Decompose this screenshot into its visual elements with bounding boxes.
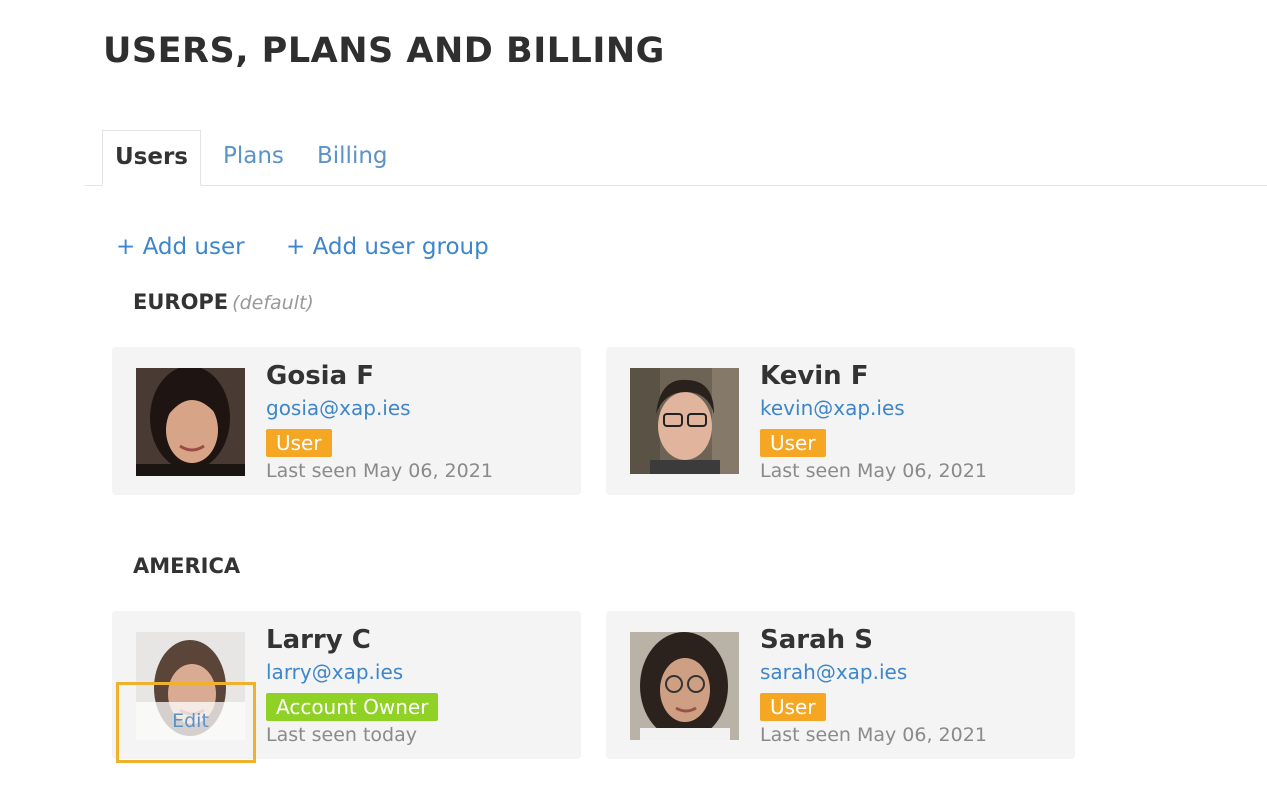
- user-card-sarah[interactable]: Sarah S sarah@xap.ies User Last seen May…: [606, 611, 1075, 759]
- role-badge: User: [760, 693, 826, 721]
- user-name: Kevin F: [760, 361, 869, 391]
- avatar[interactable]: [630, 368, 739, 474]
- role-badge: User: [266, 429, 332, 457]
- edit-avatar-button[interactable]: Edit: [136, 702, 245, 740]
- last-seen-text: Last seen May 06, 2021: [760, 460, 987, 482]
- avatar[interactable]: [136, 368, 245, 476]
- user-name: Larry C: [266, 625, 371, 655]
- last-seen-text: Last seen today: [266, 724, 417, 746]
- user-card-larry[interactable]: Edit Larry C larry@xap.ies Account Owner…: [112, 611, 581, 759]
- role-badge: Account Owner: [266, 693, 439, 721]
- last-seen-text: Last seen May 06, 2021: [266, 460, 493, 482]
- group-name: EUROPE: [133, 290, 229, 314]
- tab-users[interactable]: Users: [102, 130, 201, 186]
- user-name: Sarah S: [760, 625, 873, 655]
- tab-billing[interactable]: Billing: [317, 130, 388, 185]
- user-email-link[interactable]: kevin@xap.ies: [760, 396, 905, 420]
- group-heading-europe: EUROPE (default): [133, 290, 314, 314]
- user-email-link[interactable]: gosia@xap.ies: [266, 396, 411, 420]
- last-seen-text: Last seen May 06, 2021: [760, 724, 987, 746]
- group-heading-america: AMERICA: [133, 554, 240, 578]
- role-badge: User: [760, 429, 826, 457]
- group-name: AMERICA: [133, 554, 241, 578]
- tab-plans[interactable]: Plans: [223, 130, 284, 185]
- user-card-kevin[interactable]: Kevin F kevin@xap.ies User Last seen May…: [606, 347, 1075, 495]
- user-name: Gosia F: [266, 361, 374, 391]
- page-title: USERS, PLANS AND BILLING: [103, 31, 665, 71]
- group-default-note: (default): [232, 292, 314, 314]
- tab-bar: Users Plans Billing: [85, 130, 1267, 186]
- avatar[interactable]: Edit: [136, 632, 245, 740]
- user-email-link[interactable]: larry@xap.ies: [266, 660, 403, 684]
- user-email-link[interactable]: sarah@xap.ies: [760, 660, 907, 684]
- avatar[interactable]: [630, 632, 739, 740]
- add-user-group-link[interactable]: + Add user group: [286, 234, 489, 260]
- user-card-gosia[interactable]: Gosia F gosia@xap.ies User Last seen May…: [112, 347, 581, 495]
- add-user-link[interactable]: + Add user: [116, 234, 245, 260]
